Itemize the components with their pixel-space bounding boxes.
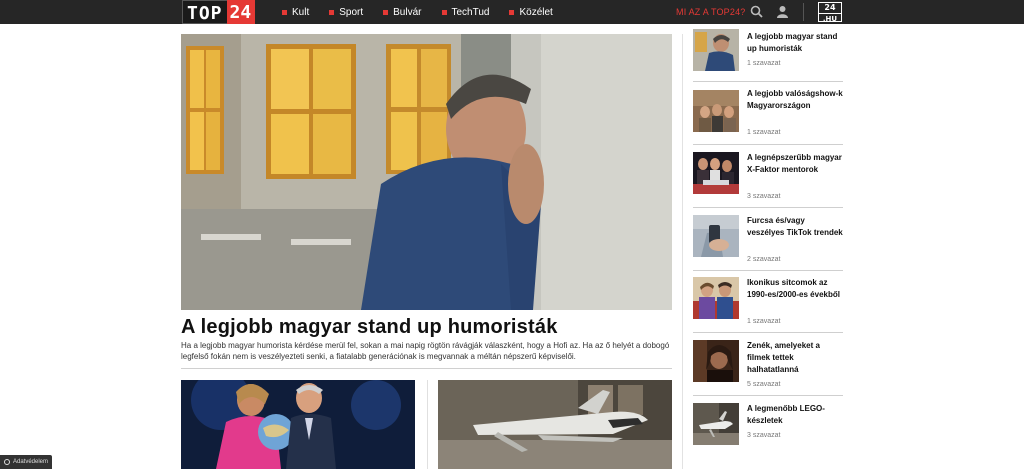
sidebar-item-divider	[693, 144, 843, 145]
hero-excerpt: Ha a legjobb magyar humorista kérdése me…	[181, 341, 670, 361]
sidebar-thumbnail[interactable]	[693, 152, 739, 194]
sidebar-item-votes: 1 szavazat	[747, 318, 781, 325]
about-link[interactable]: MI AZ A TOP24?	[676, 7, 746, 17]
badge-top-text: 24	[824, 3, 836, 12]
privacy-label: Adatvédelem	[13, 459, 49, 465]
sidebar-thumbnail[interactable]	[693, 403, 739, 445]
sidebar-item-votes: 3 szavazat	[747, 432, 781, 439]
article-card-image[interactable]	[438, 380, 672, 469]
main-nav: Kult Sport Bulvár TechTud Közélet	[282, 0, 573, 24]
sidebar-item-votes: 2 szavazat	[747, 256, 781, 263]
hero-divider	[181, 368, 672, 369]
sidebar-item-votes: 3 szavazat	[747, 193, 781, 200]
logo-text-top: TOP	[182, 0, 227, 24]
cards-divider	[427, 380, 428, 469]
sidebar-item-divider	[693, 270, 843, 271]
sidebar-item-title[interactable]: A legjobb magyar stand up humoristák	[747, 31, 843, 55]
sidebar-item[interactable]: Zenék, amelyeket a filmek tettek halhata…	[693, 340, 843, 405]
sidebar-item[interactable]: A legmenőbb LEGO-készletek 3 szavazat	[693, 403, 843, 468]
nav-item-sport[interactable]: Sport	[329, 7, 363, 18]
nav-item-techtud[interactable]: TechTud	[441, 7, 489, 18]
sidebar-item[interactable]: A legjobb magyar stand up humoristák 1 s…	[693, 29, 843, 91]
logo-text-24: 24	[226, 0, 256, 24]
site-logo[interactable]: TOP 24	[182, 0, 264, 24]
search-icon[interactable]	[750, 5, 763, 18]
sidebar-item[interactable]: Ikonikus sitcomok az 1990-es/2000-es éve…	[693, 277, 843, 342]
privacy-button[interactable]: Adatvédelem	[0, 455, 53, 469]
sidebar-item-votes: 1 szavazat	[747, 129, 781, 136]
sidebar-thumbnail[interactable]	[693, 90, 739, 132]
bullet-icon	[383, 9, 389, 15]
bullet-icon	[329, 9, 335, 15]
sidebar-item-divider	[693, 332, 843, 333]
sidebar-item-title[interactable]: Zenék, amelyeket a filmek tettek halhata…	[747, 340, 843, 376]
sidebar-item-votes: 1 szavazat	[747, 60, 781, 67]
sidebar-item[interactable]: A legjobb valóságshow-k Magyarországon 1…	[693, 88, 843, 153]
nav-item-kult[interactable]: Kult	[282, 7, 309, 18]
hero-title[interactable]: A legjobb magyar stand up humoristák	[181, 316, 558, 339]
sidebar-thumbnail[interactable]	[693, 215, 739, 257]
bullet-icon	[282, 9, 287, 15]
sidebar-item-divider	[693, 81, 843, 82]
sidebar-thumbnail[interactable]	[693, 29, 739, 71]
sidebar-item-title[interactable]: A legmenőbb LEGO-készletek	[747, 403, 843, 427]
nav-item-bulvar[interactable]: Bulvár	[383, 7, 422, 18]
sidebar-item-title[interactable]: A legnépszerűbb magyar X-Faktor mentorok	[747, 152, 843, 176]
sidebar-item-votes: 5 szavazat	[747, 381, 781, 388]
sidebar-divider	[682, 34, 683, 469]
bullet-icon	[441, 9, 447, 15]
sidebar-item-divider	[693, 207, 843, 208]
sidebar-item-title[interactable]: A legjobb valóságshow-k Magyarországon	[747, 88, 843, 112]
badge-bottom-text: .HU	[819, 13, 841, 23]
bullet-icon	[509, 9, 515, 15]
hero-image[interactable]	[181, 34, 672, 310]
article-card-image[interactable]	[181, 380, 415, 469]
privacy-icon	[4, 459, 10, 465]
sidebar-item-title[interactable]: Ikonikus sitcomok az 1990-es/2000-es éve…	[747, 277, 843, 301]
user-icon[interactable]	[776, 5, 789, 18]
nav-item-kozelet[interactable]: Közélet	[509, 7, 553, 18]
sidebar-thumbnail[interactable]	[693, 340, 739, 382]
sidebar-thumbnail[interactable]	[693, 277, 739, 319]
sidebar-item-title[interactable]: Furcsa és/vagy veszélyes TikTok trendek	[747, 215, 843, 239]
24hu-badge[interactable]: 24 .HU	[818, 2, 842, 23]
header-divider	[803, 3, 804, 21]
sidebar-item-divider	[693, 395, 843, 396]
sidebar-item[interactable]: A legnépszerűbb magyar X-Faktor mentorok…	[693, 152, 843, 217]
sidebar-item[interactable]: Furcsa és/vagy veszélyes TikTok trendek …	[693, 215, 843, 280]
